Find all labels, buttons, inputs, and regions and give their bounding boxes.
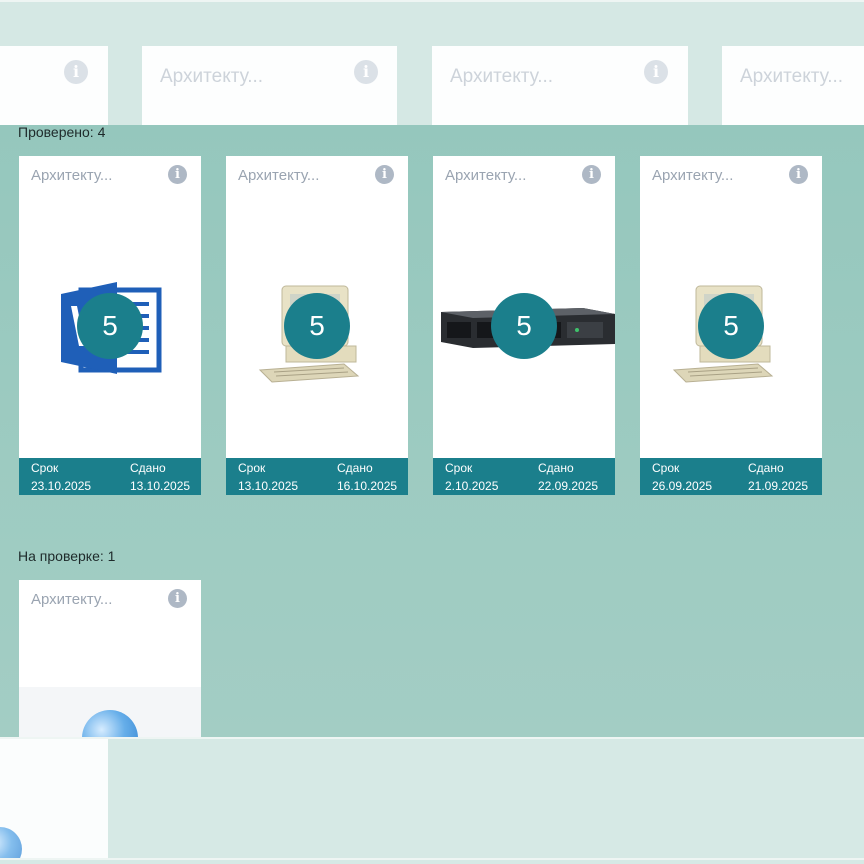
bottom-faded-strip [0, 737, 864, 864]
ghost-card[interactable]: Архитекту... [722, 46, 864, 127]
grade-badge: 5 [77, 293, 143, 359]
info-icon[interactable]: i [644, 60, 668, 84]
submitted-date: 22.09.2025 [538, 479, 599, 493]
card-title: Архитекту... [740, 66, 844, 87]
due-date: 23.10.2025 [31, 479, 92, 493]
ghost-card[interactable]: i [0, 46, 108, 127]
info-icon[interactable]: i [375, 165, 394, 184]
ghost-card[interactable] [0, 739, 108, 860]
due-date: 2.10.2025 [445, 479, 499, 493]
assignment-card[interactable]: Архитекту... i 5 Срок 23.10.2025 Сдано 1… [19, 156, 201, 495]
card-title: Архитекту... [238, 167, 320, 184]
info-icon[interactable]: i [354, 60, 378, 84]
card-title: Архитекту... [652, 167, 734, 184]
submitted-label: Сдано [130, 461, 166, 475]
info-icon[interactable]: i [64, 60, 88, 84]
submitted-date: 13.10.2025 [130, 479, 191, 493]
ghost-card[interactable]: Архитекту... i [142, 46, 397, 127]
card-footer: Срок 2.10.2025 Сдано 22.09.2025 [433, 458, 615, 495]
submitted-label: Сдано [538, 461, 574, 475]
top-faded-strip: i Архитекту... i Архитекту... i Архитект… [0, 0, 864, 127]
due-label: Срок [238, 461, 266, 475]
ghost-card[interactable]: Архитекту... i [432, 46, 688, 127]
card-footer: Срок 23.10.2025 Сдано 13.10.2025 [19, 458, 201, 495]
submitted-date: 21.09.2025 [748, 479, 809, 493]
card-title: Архитекту... [160, 66, 264, 87]
section-label-checked: Проверено: 4 [18, 124, 106, 140]
grade-badge: 5 [491, 293, 557, 359]
assignment-card[interactable]: Архитекту... i 5 Срок 13.10.2025 Сдано 1… [226, 156, 408, 495]
assignment-card[interactable]: Архитекту... i [19, 580, 201, 737]
grade-badge: 5 [698, 293, 764, 359]
info-icon[interactable]: i [168, 589, 187, 608]
info-icon[interactable]: i [789, 165, 808, 184]
due-label: Срок [31, 461, 59, 475]
grade-badge: 5 [284, 293, 350, 359]
assignment-card[interactable]: Архитекту... i 5 Срок 26.09.2025 Сдано 2… [640, 156, 822, 495]
card-title: Архитекту... [450, 66, 554, 87]
submitted-date: 16.10.2025 [337, 479, 398, 493]
card-footer: Срок 26.09.2025 Сдано 21.09.2025 [640, 458, 822, 495]
section-label-review: На проверке: 1 [18, 548, 116, 564]
due-date: 13.10.2025 [238, 479, 299, 493]
submitted-label: Сдано [337, 461, 373, 475]
assignment-card[interactable]: Архитекту... i 5 Срок 2.10.2025 Сдано 22… [433, 156, 615, 495]
due-label: Срок [652, 461, 680, 475]
globe-icon [0, 827, 22, 860]
due-label: Срок [445, 461, 473, 475]
info-icon[interactable]: i [168, 165, 187, 184]
card-title: Архитекту... [445, 167, 527, 184]
card-title: Архитекту... [31, 167, 113, 184]
card-footer: Срок 13.10.2025 Сдано 16.10.2025 [226, 458, 408, 495]
info-icon[interactable]: i [582, 165, 601, 184]
submitted-label: Сдано [748, 461, 784, 475]
due-date: 26.09.2025 [652, 479, 713, 493]
card-title: Архитекту... [31, 591, 113, 608]
